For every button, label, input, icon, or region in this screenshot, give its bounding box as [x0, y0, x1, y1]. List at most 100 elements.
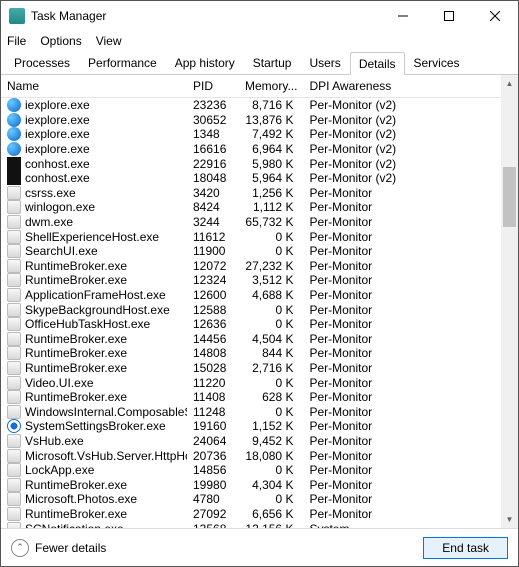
- process-memory: 5,980 K: [239, 156, 303, 171]
- menu-options[interactable]: Options: [40, 34, 81, 48]
- table-row[interactable]: LockApp.exe148560 KPer-Monitor: [1, 463, 501, 478]
- table-row[interactable]: RuntimeBroker.exe150282,716 KPer-Monitor: [1, 361, 501, 376]
- process-memory: 13,876 K: [239, 113, 303, 128]
- table-row[interactable]: Microsoft.Photos.exe47800 KPer-Monitor: [1, 492, 501, 507]
- process-name: ShellExperienceHost.exe: [25, 230, 159, 244]
- table-row[interactable]: conhost.exe229165,980 KPer-Monitor (v2): [1, 156, 501, 171]
- table-row[interactable]: RuntimeBroker.exe199804,304 KPer-Monitor: [1, 477, 501, 492]
- process-name: iexplore.exe: [25, 113, 90, 127]
- tab-services[interactable]: Services: [405, 51, 469, 74]
- table-row[interactable]: winlogon.exe84241,112 KPer-Monitor: [1, 200, 501, 215]
- table-row[interactable]: VsHub.exe240649,452 KPer-Monitor: [1, 434, 501, 449]
- process-memory: 3,512 K: [239, 273, 303, 288]
- tab-details[interactable]: Details: [350, 52, 405, 75]
- process-pid: 12636: [187, 317, 239, 332]
- col-header-name[interactable]: Name: [1, 75, 187, 98]
- footer: ⌃ Fewer details End task: [1, 528, 518, 566]
- process-memory: 0 K: [239, 317, 303, 332]
- table-row[interactable]: iexplore.exe13487,492 KPer-Monitor (v2): [1, 127, 501, 142]
- table-row[interactable]: iexplore.exe3065213,876 KPer-Monitor (v2…: [1, 113, 501, 128]
- table-row[interactable]: ShellExperienceHost.exe116120 KPer-Monit…: [1, 229, 501, 244]
- table-row[interactable]: iexplore.exe166166,964 KPer-Monitor (v2): [1, 142, 501, 157]
- process-memory: 6,964 K: [239, 142, 303, 157]
- process-memory: 0 K: [239, 229, 303, 244]
- scroll-up-arrow[interactable]: ▲: [501, 75, 518, 92]
- menu-view[interactable]: View: [96, 34, 122, 48]
- col-header-memory[interactable]: Memory...: [239, 75, 303, 98]
- process-pid: 19160: [187, 419, 239, 434]
- vertical-scrollbar[interactable]: ▲ ▼: [501, 75, 518, 528]
- process-memory: 8,716 K: [239, 98, 303, 113]
- process-icon: [7, 390, 21, 404]
- process-dpi: Per-Monitor: [303, 463, 501, 478]
- process-memory: 0 K: [239, 375, 303, 390]
- maximize-button[interactable]: [426, 1, 472, 31]
- process-name: iexplore.exe: [25, 127, 90, 141]
- process-icon: [7, 361, 21, 375]
- process-memory: 628 K: [239, 390, 303, 405]
- process-memory: 1,152 K: [239, 419, 303, 434]
- process-icon: [7, 288, 21, 302]
- table-row[interactable]: ApplicationFrameHost.exe126004,688 KPer-…: [1, 288, 501, 303]
- menu-file[interactable]: File: [7, 34, 26, 48]
- table-row[interactable]: WindowsInternal.ComposableShell...112480…: [1, 404, 501, 419]
- table-row[interactable]: OfficeHubTaskHost.exe126360 KPer-Monitor: [1, 317, 501, 332]
- tab-startup[interactable]: Startup: [244, 51, 301, 74]
- process-pid: 24064: [187, 434, 239, 449]
- process-dpi: Per-Monitor: [303, 507, 501, 522]
- table-row[interactable]: RuntimeBroker.exe144564,504 KPer-Monitor: [1, 332, 501, 347]
- table-row[interactable]: RuntimeBroker.exe11408628 KPer-Monitor: [1, 390, 501, 405]
- process-icon: [7, 186, 21, 200]
- process-icon: [7, 317, 21, 331]
- table-row[interactable]: SkypeBackgroundHost.exe125880 KPer-Monit…: [1, 302, 501, 317]
- process-dpi: Per-Monitor: [303, 448, 501, 463]
- table-row[interactable]: dwm.exe324465,732 KPer-Monitor: [1, 215, 501, 230]
- process-icon: [7, 273, 21, 287]
- table-row[interactable]: conhost.exe180485,964 KPer-Monitor (v2): [1, 171, 501, 186]
- process-dpi: Per-Monitor: [303, 404, 501, 419]
- table-row[interactable]: iexplore.exe232368,716 KPer-Monitor (v2): [1, 98, 501, 113]
- process-name: RuntimeBroker.exe: [25, 273, 127, 287]
- table-row[interactable]: RuntimeBroker.exe1207227,232 KPer-Monito…: [1, 259, 501, 274]
- process-icon: [7, 244, 21, 258]
- scroll-down-arrow[interactable]: ▼: [501, 511, 518, 528]
- table-row[interactable]: Microsoft.VsHub.Server.HttpHost...207361…: [1, 448, 501, 463]
- process-icon: [7, 405, 21, 419]
- close-button[interactable]: [472, 1, 518, 31]
- process-dpi: Per-Monitor: [303, 332, 501, 347]
- process-icon: [7, 215, 21, 229]
- process-dpi: Per-Monitor: [303, 492, 501, 507]
- table-row[interactable]: RuntimeBroker.exe123243,512 KPer-Monitor: [1, 273, 501, 288]
- process-dpi: Per-Monitor: [303, 259, 501, 274]
- process-icon: [7, 419, 21, 433]
- col-header-pid[interactable]: PID: [187, 75, 239, 98]
- table-row[interactable]: RuntimeBroker.exe270926,656 KPer-Monitor: [1, 507, 501, 522]
- tab-users[interactable]: Users: [300, 51, 349, 74]
- table-row[interactable]: Video.UI.exe112200 KPer-Monitor: [1, 375, 501, 390]
- process-name: dwm.exe: [25, 215, 73, 229]
- process-dpi: Per-Monitor: [303, 229, 501, 244]
- end-task-button[interactable]: End task: [423, 537, 508, 559]
- table-row[interactable]: RuntimeBroker.exe14808844 KPer-Monitor: [1, 346, 501, 361]
- process-dpi: Per-Monitor (v2): [303, 156, 501, 171]
- process-name: csrss.exe: [25, 186, 76, 200]
- table-row[interactable]: SearchUI.exe119000 KPer-Monitor: [1, 244, 501, 259]
- fewer-details-toggle[interactable]: ⌃ Fewer details: [11, 539, 106, 557]
- tab-performance[interactable]: Performance: [79, 51, 166, 74]
- table-row[interactable]: SystemSettingsBroker.exe191601,152 KPer-…: [1, 419, 501, 434]
- tab-processes[interactable]: Processes: [5, 51, 79, 74]
- process-name: RuntimeBroker.exe: [25, 361, 127, 375]
- process-memory: 0 K: [239, 492, 303, 507]
- col-header-dpi[interactable]: DPI Awareness: [303, 75, 501, 98]
- process-pid: 11900: [187, 244, 239, 259]
- process-memory: 4,304 K: [239, 477, 303, 492]
- tab-app-history[interactable]: App history: [166, 51, 244, 74]
- process-name: conhost.exe: [25, 157, 90, 171]
- table-row[interactable]: csrss.exe34201,256 KPer-Monitor: [1, 186, 501, 201]
- process-icon: [7, 259, 21, 273]
- process-name: Microsoft.VsHub.Server.HttpHost...: [25, 449, 187, 463]
- table-row[interactable]: SCNotification.exe1356812,156 KSystem: [1, 521, 501, 528]
- minimize-button[interactable]: [380, 1, 426, 31]
- scroll-thumb[interactable]: [503, 167, 516, 227]
- process-pid: 19980: [187, 477, 239, 492]
